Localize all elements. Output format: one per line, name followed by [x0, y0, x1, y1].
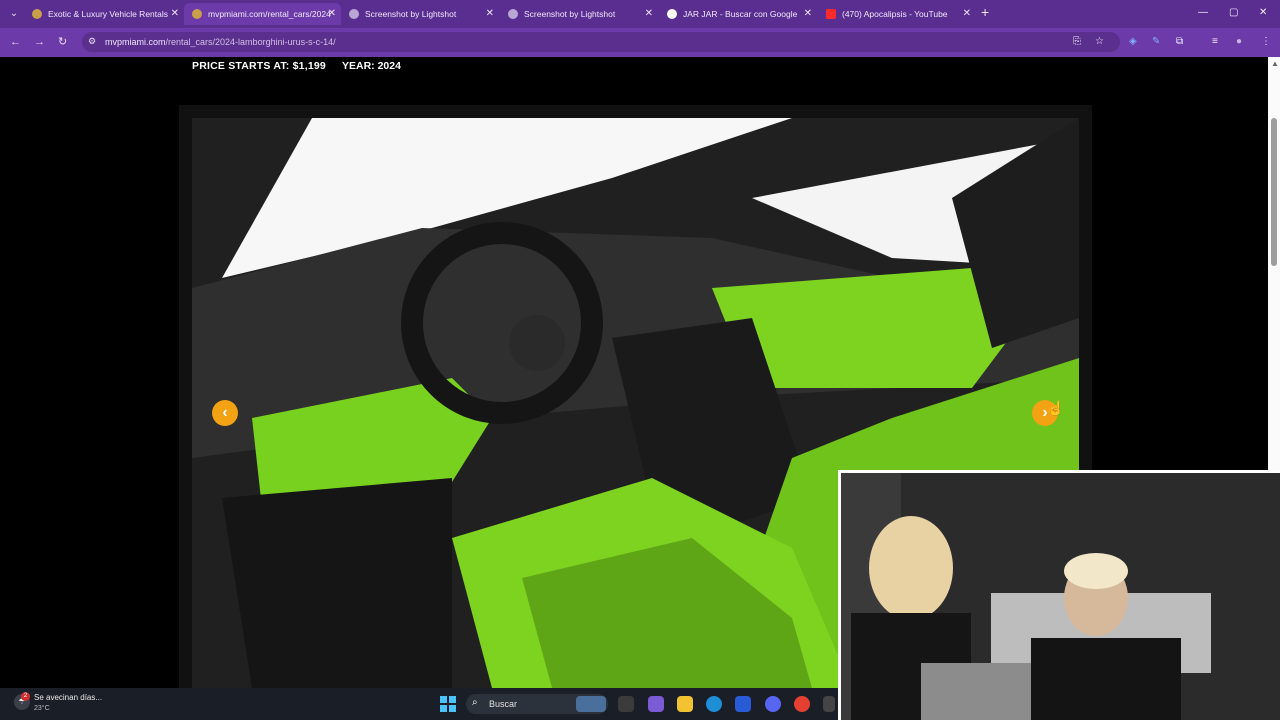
chrome-icon[interactable]: [794, 696, 810, 712]
extension-icon[interactable]: ◈: [1129, 36, 1137, 47]
search-highlight-icon[interactable]: [576, 696, 606, 712]
mouse-cursor-icon: ☝: [1047, 400, 1065, 416]
store-icon[interactable]: [735, 696, 751, 712]
tab-title: Screenshot by Lightshot: [365, 9, 457, 19]
weather-temp: 23°C: [34, 705, 50, 712]
profile-avatar-icon[interactable]: ●: [1236, 36, 1242, 47]
youtube-icon: [826, 9, 836, 19]
tab-google-search[interactable]: JAR JAR - Buscar con Google ✕: [659, 3, 817, 25]
tab-close-icon[interactable]: ✕: [645, 3, 653, 25]
tab-favicon-icon: [32, 9, 42, 19]
tab-youtube[interactable]: (470) Apocalipsis - YouTube ✕: [818, 3, 976, 25]
url-domain: mvpmiami.com: [105, 37, 166, 47]
tab-title: mvpmiami.com/rental_cars/2024: [208, 9, 331, 19]
tab-title: Exotic & Luxury Vehicle Rentals: [48, 9, 169, 19]
tab-title: (470) Apocalipsis - YouTube: [842, 9, 948, 19]
extension-icon[interactable]: ✎: [1152, 36, 1160, 47]
edge-icon[interactable]: [706, 696, 722, 712]
tab-favicon-icon: [508, 9, 518, 19]
tab-lightshot-2[interactable]: Screenshot by Lightshot ✕: [500, 3, 658, 25]
tab-close-icon[interactable]: ✕: [486, 3, 494, 25]
tab-close-icon[interactable]: ✕: [804, 3, 812, 25]
google-icon: [667, 9, 677, 19]
scrollbar-thumb[interactable]: [1271, 118, 1277, 266]
close-window-button[interactable]: ✕: [1259, 7, 1267, 18]
file-explorer-icon[interactable]: [677, 696, 693, 712]
tab-close-icon[interactable]: ✕: [171, 3, 179, 25]
menu-kebab-icon[interactable]: ⋮: [1261, 36, 1271, 47]
restore-button[interactable]: ▢: [1229, 7, 1238, 18]
tab-close-icon[interactable]: ✕: [328, 3, 336, 25]
tab-exotic-rentals[interactable]: Exotic & Luxury Vehicle Rentals ✕: [24, 3, 184, 25]
reading-list-icon[interactable]: ≡: [1212, 36, 1218, 47]
forward-arrow-icon[interactable]: →: [34, 36, 45, 48]
site-info-icon[interactable]: ⚙: [88, 36, 96, 47]
windows-start-icon[interactable]: [440, 696, 456, 712]
gallery-prev-arrow-icon[interactable]: ‹: [212, 400, 238, 426]
extensions-puzzle-icon[interactable]: ⧉: [1176, 36, 1183, 47]
copilot-icon[interactable]: [648, 696, 664, 712]
webcam-overlay: [838, 470, 1280, 720]
tab-search-chevron-icon[interactable]: ⌄: [6, 6, 22, 22]
discord-icon[interactable]: [765, 696, 781, 712]
url-path: /rental_cars/2024-lamborghini-urus-s-c-1…: [165, 37, 336, 47]
tab-favicon-icon: [349, 9, 359, 19]
weather-text[interactable]: Se avecinan días...: [34, 693, 102, 702]
tab-mvpmiami[interactable]: mvpmiami.com/rental_cars/2024 ✕: [184, 3, 341, 25]
address-url[interactable]: mvpmiami.com/rental_cars/2024-lamborghin…: [105, 37, 336, 47]
task-view-icon[interactable]: [618, 696, 634, 712]
search-placeholder[interactable]: Buscar: [489, 699, 517, 709]
price-label: PRICE STARTS AT: $1,199: [192, 60, 326, 72]
notification-badge: 2: [21, 692, 30, 701]
back-arrow-icon[interactable]: ←: [10, 36, 21, 48]
tab-close-icon[interactable]: ✕: [963, 3, 971, 25]
taskbar-app-icon[interactable]: [823, 696, 835, 712]
year-label: YEAR: 2024: [342, 60, 401, 72]
reload-icon[interactable]: ↻: [58, 35, 67, 48]
tab-title: JAR JAR - Buscar con Google: [683, 9, 798, 19]
tab-favicon-icon: [192, 9, 202, 19]
scroll-up-icon[interactable]: ▲: [1271, 59, 1279, 68]
translate-icon[interactable]: ⎘: [1073, 36, 1081, 47]
search-icon: ⌕: [472, 697, 478, 708]
minimize-button[interactable]: —: [1198, 7, 1208, 18]
tab-lightshot-1[interactable]: Screenshot by Lightshot ✕: [341, 3, 499, 25]
new-tab-button[interactable]: +: [981, 5, 995, 19]
tab-title: Screenshot by Lightshot: [524, 9, 616, 19]
bookmark-star-icon[interactable]: ☆: [1095, 36, 1104, 47]
